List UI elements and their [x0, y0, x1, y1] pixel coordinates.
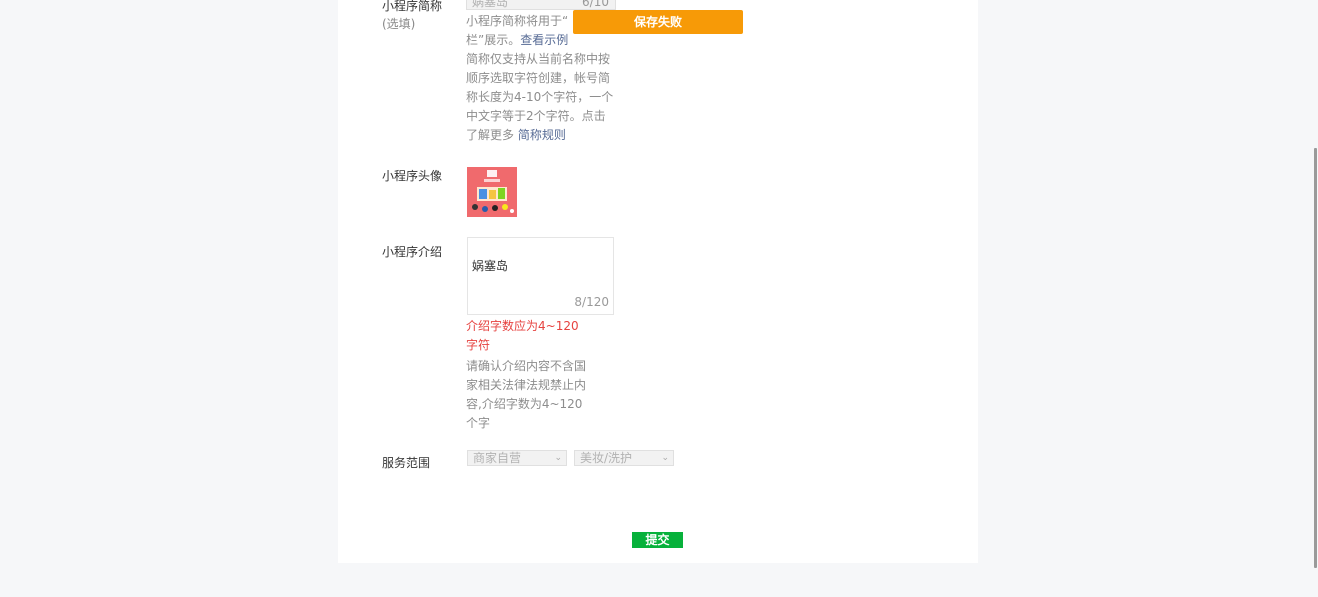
chevron-down-icon: ⌄ [661, 453, 669, 463]
help-more-prefix: 了解更多 [466, 128, 518, 142]
short-name-rules-link[interactable]: 简称规则 [518, 128, 566, 142]
service-category-1-value: 商家自营 [473, 451, 522, 465]
service-category-select-2[interactable]: 美妆/洗护 ⌄ [574, 450, 674, 466]
submit-button[interactable]: 提交 [632, 532, 683, 548]
view-example-link[interactable]: 查看示例 [520, 33, 568, 47]
intro-counter: 8/120 [574, 295, 609, 309]
intro-error-line: 字符 [466, 338, 491, 352]
page-scrollbar[interactable] [1314, 0, 1318, 597]
intro-help-line: 家相关法律法规禁止内 [466, 378, 587, 392]
short-name-label: 小程序简称 (选填) [382, 0, 442, 33]
avatar-illustration-icon [467, 167, 517, 217]
service-category-2-value: 美妆/洗护 [580, 451, 633, 465]
mini-program-avatar-image[interactable] [467, 167, 517, 217]
intro-help-line: 请确认介绍内容不含国 [466, 359, 587, 373]
help-more-line: 了解更多 简称规则 [466, 126, 618, 145]
help-prefix: 小程序简称将用于“ [466, 14, 569, 28]
intro-label: 小程序介绍 [382, 245, 443, 259]
help-rules-line: 简称仅支持从当前名称中按 [466, 52, 611, 66]
short-name-label-text: 小程序简称 [382, 0, 443, 13]
short-name-input[interactable]: 娲塞岛 6/10 [466, 0, 616, 10]
intro-textarea[interactable]: 娲塞岛 8/120 [467, 237, 614, 315]
scrollbar-thumb[interactable] [1314, 148, 1317, 568]
avatar-label: 小程序头像 [382, 169, 443, 183]
intro-value: 娲塞岛 [472, 259, 509, 273]
intro-error-line: 介绍字数应为4~120 [466, 319, 579, 333]
intro-help-line: 个字 [466, 416, 491, 430]
service-category-select-1[interactable]: 商家自营 ⌄ [467, 450, 567, 466]
help-rules-line: 中文字等于2个字符。点击 [466, 109, 606, 123]
short-name-value: 娲塞岛 [472, 0, 509, 9]
service-scope-label: 服务范围 [382, 456, 431, 470]
intro-error-message: 介绍字数应为4~120 字符 [466, 317, 586, 355]
optional-tag: (选填) [382, 17, 416, 31]
save-failed-toast: 保存失败 [573, 10, 743, 34]
help-rules-line: 顺序选取字符创建，帐号简 [466, 71, 611, 85]
intro-help-line: 容,介绍字数为4~120 [466, 397, 583, 411]
form-panel [338, 0, 978, 563]
chevron-down-icon: ⌄ [554, 453, 562, 463]
short-name-counter: 6/10 [582, 0, 609, 9]
intro-help: 请确认介绍内容不含国 家相关法律法规禁止内 容,介绍字数为4~120 个字 [466, 357, 596, 433]
help-line2-prefix: 栏”展示。 [466, 33, 521, 47]
help-rules-line: 称长度为4-10个字符，一个 [466, 90, 614, 104]
